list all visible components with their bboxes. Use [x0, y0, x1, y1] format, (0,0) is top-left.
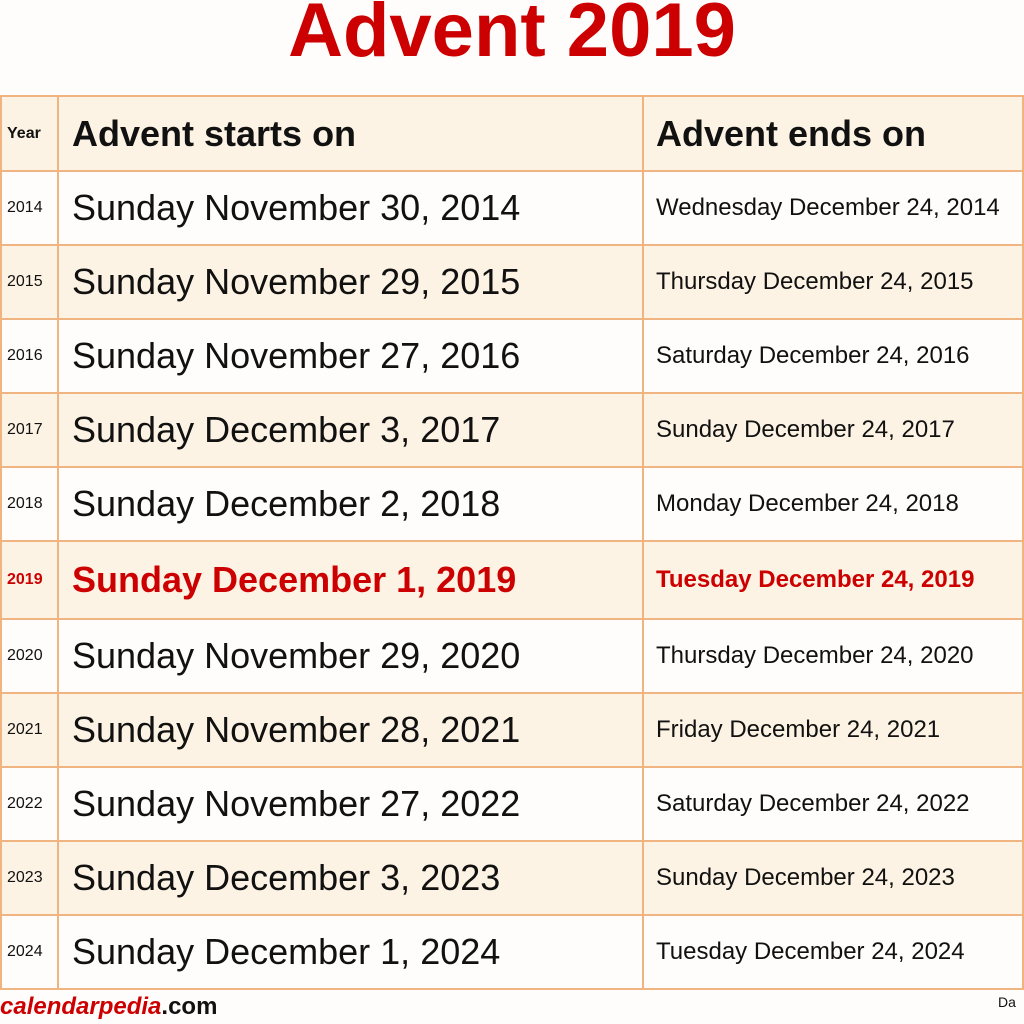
table-header-row: Year Advent starts on Advent ends on	[0, 95, 1024, 172]
end-date-cell: Thursday December 24, 2015	[642, 244, 1024, 320]
end-date-cell: Saturday December 24, 2022	[642, 766, 1024, 842]
page-title: Advent 2019	[288, 0, 736, 73]
start-date-cell: Sunday December 1, 2019	[57, 540, 644, 620]
table-row: 2018 Sunday December 2, 2018 Monday Decemb…	[0, 466, 1024, 542]
end-date-cell: Thursday December 24, 2020	[642, 618, 1024, 694]
end-date-cell: Tuesday December 24, 2024	[642, 914, 1024, 990]
year-cell: 2023	[0, 840, 59, 916]
header-start: Advent starts on	[57, 95, 644, 172]
start-date-cell: Sunday November 27, 2016	[57, 318, 644, 394]
start-date-cell: Sunday December 2, 2018	[57, 466, 644, 542]
start-date-cell: Sunday November 29, 2015	[57, 244, 644, 320]
year-cell: 2021	[0, 692, 59, 768]
year-cell: 2017	[0, 392, 59, 468]
end-date-cell: Sunday December 24, 2017	[642, 392, 1024, 468]
brand-name: calendarpedia	[0, 993, 162, 1020]
table-row: 2017 Sunday December 3, 2017 Sunday Decemb…	[0, 392, 1024, 468]
year-cell: 2022	[0, 766, 59, 842]
end-date-cell: Monday December 24, 2018	[642, 466, 1024, 542]
start-date-cell: Sunday December 1, 2024	[57, 914, 644, 990]
table-row: 2014 Sunday November 30, 2014 Wednesday De…	[0, 170, 1024, 246]
footer-note: Da	[998, 994, 1016, 1010]
start-date-cell: Sunday November 27, 2022	[57, 766, 644, 842]
year-cell: 2019	[0, 540, 59, 620]
table-row: 2022 Sunday November 27, 2022 Saturday Dec…	[0, 766, 1024, 842]
table-row: 2019 Sunday December 1, 2019 Tuesday Decem…	[0, 540, 1024, 620]
year-cell: 2014	[0, 170, 59, 246]
year-cell: 2018	[0, 466, 59, 542]
start-date-cell: Sunday November 29, 2020	[57, 618, 644, 694]
table-row: 2023 Sunday December 3, 2023 Sunday Decemb…	[0, 840, 1024, 916]
start-date-cell: Sunday November 30, 2014	[57, 170, 644, 246]
table-row: 2021 Sunday November 28, 2021 Friday Decem…	[0, 692, 1024, 768]
year-cell: 2020	[0, 618, 59, 694]
end-date-cell: Wednesday December 24, 2014	[642, 170, 1024, 246]
table-row: 2020 Sunday November 29, 2020 Thursday Dec…	[0, 618, 1024, 694]
start-date-cell: Sunday December 3, 2023	[57, 840, 644, 916]
header-year: Year	[0, 95, 59, 172]
brand-domain: .com	[161, 993, 218, 1020]
end-date-cell: Friday December 24, 2021	[642, 692, 1024, 768]
advent-dates-table: Year Advent starts on Advent ends on 201…	[0, 95, 1024, 990]
table-row: 2024 Sunday December 1, 2024 Tuesday Decem…	[0, 914, 1024, 990]
end-date-cell: Tuesday December 24, 2019	[642, 540, 1024, 620]
end-date-cell: Sunday December 24, 2023	[642, 840, 1024, 916]
year-cell: 2015	[0, 244, 59, 320]
end-date-cell: Saturday December 24, 2016	[642, 318, 1024, 394]
year-cell: 2024	[0, 914, 59, 990]
start-date-cell: Sunday December 3, 2017	[57, 392, 644, 468]
header-end: Advent ends on	[642, 95, 1024, 172]
year-cell: 2016	[0, 318, 59, 394]
table-row: 2016 Sunday November 27, 2016 Saturday Dec…	[0, 318, 1024, 394]
start-date-cell: Sunday November 28, 2021	[57, 692, 644, 768]
footer-brand[interactable]: calendarpedia.com	[0, 993, 217, 1021]
table-row: 2015 Sunday November 29, 2015 Thursday Dec…	[0, 244, 1024, 320]
